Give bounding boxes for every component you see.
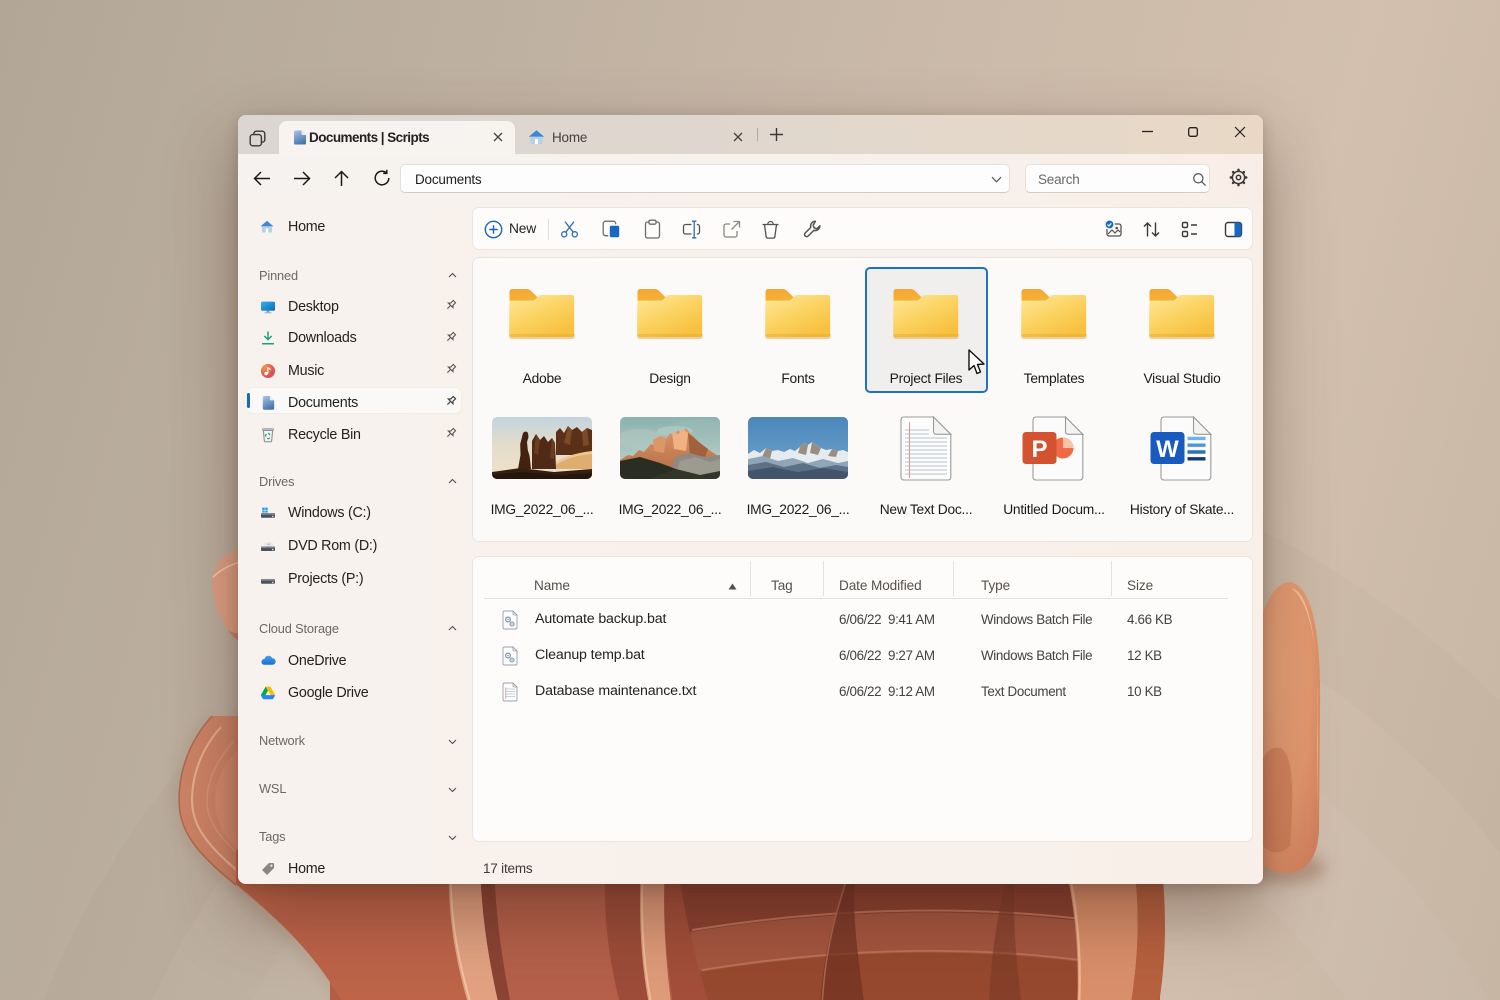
svg-text:P: P (1031, 436, 1047, 463)
svg-text:W: W (1156, 436, 1179, 463)
